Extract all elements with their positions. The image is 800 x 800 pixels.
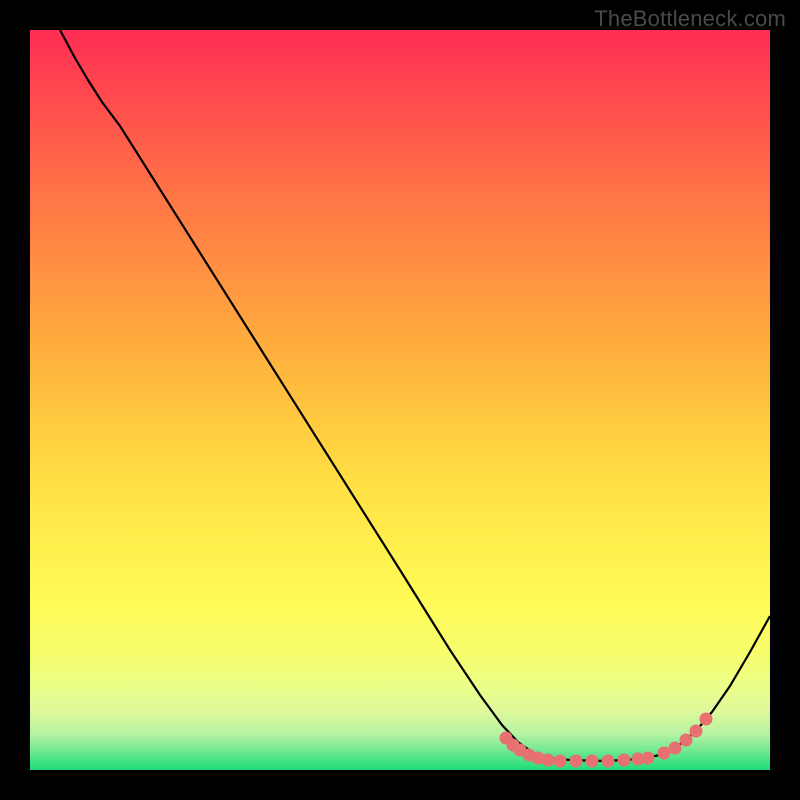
- data-marker: [680, 734, 693, 747]
- data-marker: [669, 742, 682, 755]
- data-marker: [642, 752, 655, 765]
- data-marker: [570, 755, 583, 768]
- bottleneck-curve: [60, 30, 770, 761]
- data-marker: [690, 725, 703, 738]
- data-marker: [554, 755, 567, 768]
- data-marker: [618, 754, 631, 767]
- plot-area: [30, 30, 770, 770]
- data-marker: [586, 755, 599, 768]
- data-marker: [700, 713, 713, 726]
- data-markers: [500, 713, 713, 768]
- chart-container: TheBottleneck.com: [0, 0, 800, 800]
- data-marker: [602, 755, 615, 768]
- data-marker: [542, 754, 555, 767]
- watermark-text: TheBottleneck.com: [594, 6, 786, 32]
- chart-overlay: [30, 30, 770, 770]
